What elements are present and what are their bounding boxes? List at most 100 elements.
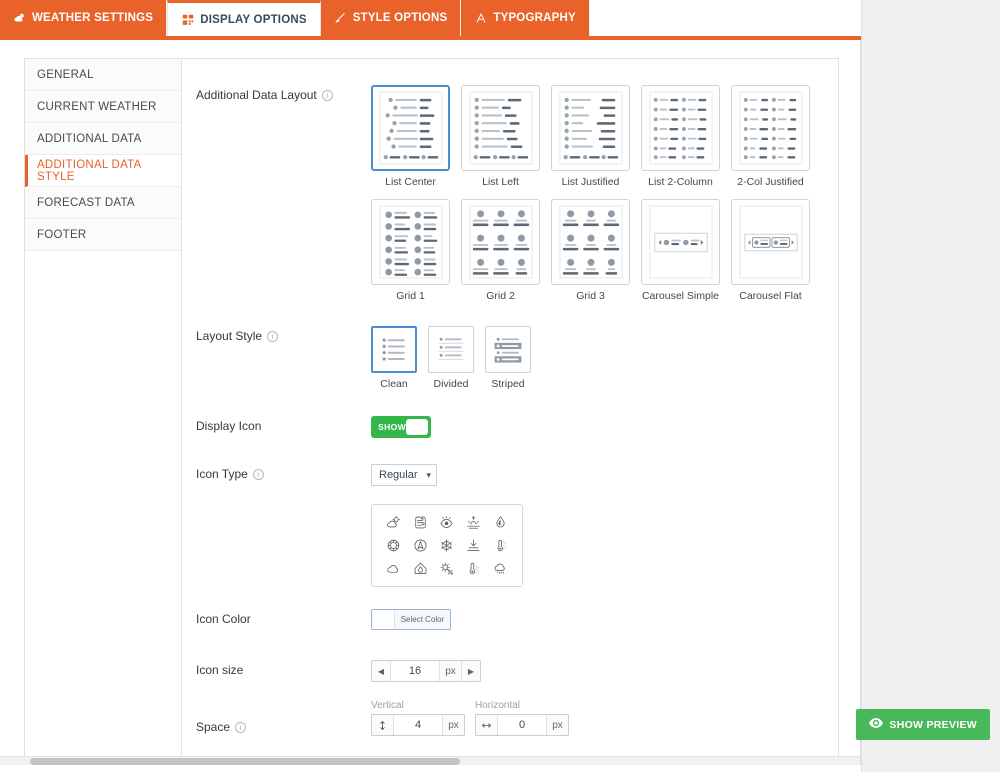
layout-option-carousel-simple[interactable]: Carousel Simple — [641, 199, 720, 302]
icon-type-value: Regular — [379, 469, 418, 481]
tab-display-options[interactable]: DISPLAY OPTIONS — [167, 0, 321, 36]
layout-option-grid-2[interactable]: Grid 2 — [461, 199, 540, 302]
field-label: Icon size — [196, 660, 371, 677]
sunrise-icon — [466, 515, 481, 530]
icon-color-picker[interactable]: Select Color — [371, 609, 451, 630]
layout-style-thumb-striped — [485, 326, 531, 373]
layout-option-label: Grid 1 — [396, 290, 425, 302]
tab-typography[interactable]: TYPOGRAPHY — [461, 0, 590, 36]
sidebar-item-label: FOOTER — [37, 228, 87, 241]
horizontal-scrollbar[interactable] — [0, 756, 860, 765]
horizontal-arrows-icon — [476, 715, 498, 735]
sidebar-item-label: FORECAST DATA — [37, 196, 135, 209]
layout-style-label: Striped — [491, 378, 525, 390]
layout-option-list-left[interactable]: List Left — [461, 85, 540, 188]
show-preview-button[interactable]: SHOW PREVIEW — [856, 709, 990, 740]
show-preview-label: SHOW PREVIEW — [889, 718, 977, 731]
tab-label: DISPLAY OPTIONS — [200, 13, 307, 26]
sidebar-item-additional-data[interactable]: ADDITIONAL DATA — [25, 123, 181, 155]
layout-option-2-col-justified[interactable]: 2-Col Justified — [731, 85, 810, 188]
page-right-gutter — [861, 0, 1000, 772]
layout-thumb-2col-justified — [731, 85, 810, 171]
wind-layers-icon — [413, 515, 428, 530]
select-color-label: Select Color — [395, 610, 450, 629]
info-icon[interactable]: i — [267, 330, 279, 342]
decrement-icon[interactable]: ◀ — [372, 661, 391, 681]
sidebar-item-forecast-data[interactable]: FORECAST DATA — [25, 187, 181, 219]
space-horizontal-caption: Horizontal — [475, 700, 521, 711]
layout-option-list-center[interactable]: List Center — [371, 85, 450, 188]
sidebar-item-general[interactable]: GENERAL — [25, 59, 181, 91]
field-layout-style: Layout Style i Clean Divided Striped — [196, 326, 838, 390]
layout-thumb-grid-1 — [371, 199, 450, 285]
info-icon[interactable]: i — [321, 89, 333, 101]
sidebar-item-label: ADDITIONAL DATA — [37, 132, 142, 145]
space-horizontal-stepper[interactable]: 0 px — [475, 714, 569, 736]
space-horizontal-value[interactable]: 0 — [498, 715, 546, 735]
toggle-knob — [406, 419, 428, 435]
increment-icon[interactable]: ▶ — [461, 661, 480, 681]
info-icon[interactable]: i — [252, 468, 264, 480]
chevron-down-icon: ▾ — [426, 469, 431, 480]
layout-option-label: Carousel Flat — [739, 290, 802, 302]
field-label-text: Layout Style — [196, 329, 263, 343]
space-vertical-value[interactable]: 4 — [394, 715, 442, 735]
sidebar-item-footer[interactable]: FOOTER — [25, 219, 181, 251]
field-label: Icon Color — [196, 609, 371, 626]
icon-size-stepper[interactable]: ◀ 16 px ▶ — [371, 660, 481, 682]
settings-sidebar: GENERAL CURRENT WEATHER ADDITIONAL DATA … — [25, 59, 182, 765]
tab-style-options[interactable]: STYLE OPTIONS — [320, 0, 462, 36]
layout-option-label: List Center — [385, 176, 436, 188]
layout-option-grid-3[interactable]: Grid 3 — [551, 199, 630, 302]
cloud-sun-icon — [13, 12, 26, 25]
field-icon-color: Icon Color Select Color — [196, 609, 838, 630]
icon-type-select[interactable]: Regular ▾ — [371, 464, 437, 486]
layout-thumb-carousel-flat — [731, 199, 810, 285]
eye-icon — [869, 718, 884, 731]
layout-thumb-grid-2 — [461, 199, 540, 285]
thermometer-snow-icon — [466, 561, 481, 576]
info-icon[interactable]: i — [235, 721, 247, 733]
layout-style-thumb-divided — [428, 326, 474, 373]
layout-option-carousel-flat[interactable]: Carousel Flat — [731, 199, 810, 302]
sidebar-item-additional-data-style[interactable]: ADDITIONAL DATA STYLE — [25, 155, 181, 187]
layout-option-label: List 2-Column — [648, 176, 713, 188]
display-icon-toggle[interactable]: SHOW — [371, 416, 431, 438]
space-vertical-unit: px — [442, 715, 464, 735]
sun-percent-icon — [439, 561, 454, 576]
field-icon-type: Icon Type i Regular ▾ — [196, 464, 838, 486]
work-area: GENERAL CURRENT WEATHER ADDITIONAL DATA … — [0, 40, 861, 765]
field-label-text: Space — [196, 720, 231, 734]
cloud-icon — [386, 561, 401, 576]
layout-option-grid-1[interactable]: Grid 1 — [371, 199, 450, 302]
field-label-text: Additional Data Layout — [196, 88, 317, 102]
eye-visibility-icon — [439, 515, 454, 530]
sidebar-item-current-weather[interactable]: CURRENT WEATHER — [25, 91, 181, 123]
icon-preview-control — [371, 504, 838, 587]
layout-style-option-clean[interactable]: Clean — [371, 326, 417, 390]
field-additional-data-layout: Additional Data Layout i List Center Lis… — [196, 85, 838, 302]
tab-weather-settings[interactable]: WEATHER SETTINGS — [0, 0, 168, 36]
layout-thumb-list-left — [461, 85, 540, 171]
humidity-drop-icon — [493, 515, 508, 530]
layout-style-option-divided[interactable]: Divided — [428, 326, 474, 390]
icon-size-value[interactable]: 16 — [391, 661, 439, 681]
space-vertical-stepper[interactable]: 4 px — [371, 714, 465, 736]
icon-type-control: Regular ▾ — [371, 464, 838, 486]
layout-style-option-striped[interactable]: Striped — [485, 326, 531, 390]
scrollbar-thumb[interactable] — [30, 758, 460, 765]
field-space: Space i Vertical 4 px Horizontal 0 px — [196, 700, 838, 736]
layout-option-list-2-column[interactable]: List 2-Column — [641, 85, 720, 188]
sidebar-item-label: ADDITIONAL DATA STYLE — [37, 158, 141, 183]
layout-thumb-carousel-simple — [641, 199, 720, 285]
sidebar-item-label: GENERAL — [37, 68, 94, 81]
plugin-settings-page: WEATHER SETTINGS DISPLAY OPTIONS STYLE O… — [0, 0, 1000, 772]
layout-option-list-justified[interactable]: List Justified — [551, 85, 630, 188]
field-label: Display Icon — [196, 416, 371, 433]
snowflake-icon — [439, 538, 454, 553]
color-swatch — [372, 610, 395, 629]
